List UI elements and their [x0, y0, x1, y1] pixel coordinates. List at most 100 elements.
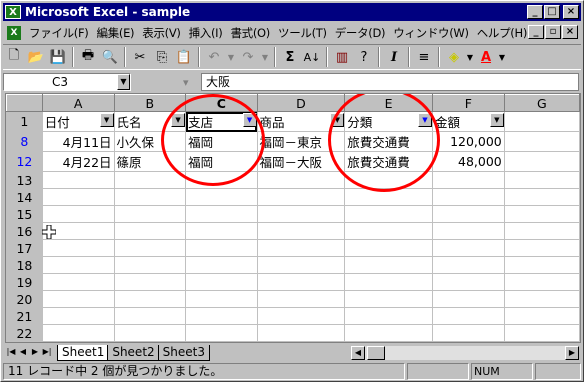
close-button[interactable]: ×	[563, 5, 579, 19]
undo-icon[interactable]: ↶	[203, 46, 225, 68]
cell-a17[interactable]	[41, 239, 115, 257]
cell-a8[interactable]: 4月11日	[41, 131, 115, 152]
row-header[interactable]: 21	[6, 307, 43, 325]
cell-e18[interactable]	[344, 256, 433, 274]
cell-c22[interactable]	[185, 324, 258, 342]
minimize-button[interactable]: _	[527, 5, 543, 19]
cell-g14[interactable]	[503, 188, 580, 206]
cell-d13[interactable]	[256, 171, 346, 189]
autosum-icon[interactable]: Σ	[279, 46, 301, 68]
cell-b14[interactable]	[113, 188, 187, 206]
help-icon[interactable]: ?	[353, 46, 375, 68]
menu-view[interactable]: 表示(V)	[142, 25, 181, 41]
copy-icon[interactable]: ⎘	[151, 46, 173, 68]
first-sheet-icon[interactable]: |◀	[5, 346, 17, 359]
cell-f12[interactable]: 48,000	[431, 151, 505, 172]
cell-d18[interactable]	[256, 256, 346, 274]
font-color-icon[interactable]: A	[475, 46, 497, 68]
cell-d17[interactable]	[256, 239, 346, 257]
cell-d22[interactable]	[256, 324, 346, 342]
cell-b20[interactable]	[113, 290, 187, 308]
cell-b18[interactable]	[113, 256, 187, 274]
column-header-f[interactable]: F	[431, 94, 505, 112]
autofilter-active-icon[interactable]: ▼	[417, 113, 432, 127]
row-header[interactable]: 20	[6, 290, 43, 308]
menu-help[interactable]: ヘルプ(H)	[477, 25, 528, 41]
cell-d21[interactable]	[256, 307, 346, 325]
cell-f20[interactable]	[431, 290, 505, 308]
column-header-g[interactable]: G	[503, 94, 580, 112]
cell-b21[interactable]	[113, 307, 187, 325]
cell-a21[interactable]	[41, 307, 115, 325]
cell-g13[interactable]	[503, 171, 580, 189]
cell-a14[interactable]	[41, 188, 115, 206]
cell-e1[interactable]: 分類 ▼	[344, 111, 433, 132]
cell-f18[interactable]	[431, 256, 505, 274]
align-center-icon[interactable]: ≡	[413, 46, 435, 68]
cell-c20[interactable]	[185, 290, 258, 308]
column-header-e[interactable]: E	[344, 94, 433, 112]
cell-f19[interactable]	[431, 273, 505, 291]
cell-g16[interactable]	[503, 222, 580, 240]
cell-e13[interactable]	[344, 171, 433, 189]
row-header[interactable]: 19	[6, 273, 43, 291]
cell-a16[interactable]	[41, 222, 115, 240]
cell-e21[interactable]	[344, 307, 433, 325]
cell-c21[interactable]	[185, 307, 258, 325]
sheet-tab-3[interactable]: Sheet3	[157, 344, 210, 361]
cell-e15[interactable]	[344, 205, 433, 223]
cell-a15[interactable]	[41, 205, 115, 223]
last-sheet-icon[interactable]: ▶|	[41, 346, 53, 359]
chart-wizard-icon[interactable]: ▥	[331, 46, 353, 68]
cell-b19[interactable]	[113, 273, 187, 291]
prev-sheet-icon[interactable]: ◀	[17, 346, 29, 359]
cell-a18[interactable]	[41, 256, 115, 274]
cell-e17[interactable]	[344, 239, 433, 257]
cut-icon[interactable]: ✂	[129, 46, 151, 68]
cell-d12[interactable]: 福岡－大阪	[256, 151, 346, 172]
scroll-left-icon[interactable]: ◀	[351, 346, 365, 360]
cell-c17[interactable]	[185, 239, 258, 257]
cell-g21[interactable]	[503, 307, 580, 325]
autofilter-dropdown-icon[interactable]: ▼	[330, 113, 344, 127]
font-color-dropdown-icon[interactable]: ▼	[497, 46, 507, 68]
cell-c16[interactable]	[185, 222, 258, 240]
menu-edit[interactable]: 編集(E)	[97, 25, 135, 41]
name-box[interactable]: C3 ▼	[3, 73, 131, 91]
cell-f14[interactable]	[431, 188, 505, 206]
redo-icon[interactable]: ↷	[237, 46, 259, 68]
cell-e22[interactable]	[344, 324, 433, 342]
open-icon[interactable]: 📂	[25, 46, 47, 68]
cell-g8[interactable]	[503, 131, 580, 152]
print-preview-icon[interactable]: 🔍	[99, 46, 121, 68]
cell-d14[interactable]	[256, 188, 346, 206]
cell-g19[interactable]	[503, 273, 580, 291]
cell-c15[interactable]	[185, 205, 258, 223]
cell-f22[interactable]	[431, 324, 505, 342]
cell-b15[interactable]	[113, 205, 187, 223]
scroll-thumb[interactable]	[367, 346, 385, 360]
formula-edit-icon[interactable]: ▾	[183, 76, 201, 89]
workbook-restore-button[interactable]: ▫	[545, 25, 561, 39]
cell-a20[interactable]	[41, 290, 115, 308]
row-header[interactable]: 18	[6, 256, 43, 274]
cell-a1[interactable]: 日付 ▼	[41, 111, 115, 132]
fill-color-icon[interactable]: ◈	[443, 46, 465, 68]
cell-b8[interactable]: 小久保	[113, 131, 187, 152]
row-header[interactable]: 22	[6, 324, 43, 342]
cell-c12[interactable]: 福岡	[185, 151, 258, 172]
autofilter-dropdown-icon[interactable]: ▼	[489, 113, 504, 127]
menu-tools[interactable]: ツール(T)	[278, 25, 327, 41]
cell-g12[interactable]	[503, 151, 580, 172]
cell-b13[interactable]	[113, 171, 187, 189]
cell-a22[interactable]	[41, 324, 115, 342]
cell-d1[interactable]: 商品 ▼	[256, 111, 346, 132]
autofilter-dropdown-icon[interactable]: ▼	[99, 113, 114, 127]
scroll-right-icon[interactable]: ▶	[565, 346, 579, 360]
new-icon[interactable]: 🗋	[3, 46, 25, 68]
formula-input[interactable]: 大阪	[201, 73, 579, 91]
row-header[interactable]: 12	[6, 151, 43, 172]
italic-icon[interactable]: I	[383, 46, 405, 68]
horizontal-scrollbar[interactable]: ◀ ▶	[351, 346, 579, 360]
menu-data[interactable]: データ(D)	[335, 25, 386, 41]
